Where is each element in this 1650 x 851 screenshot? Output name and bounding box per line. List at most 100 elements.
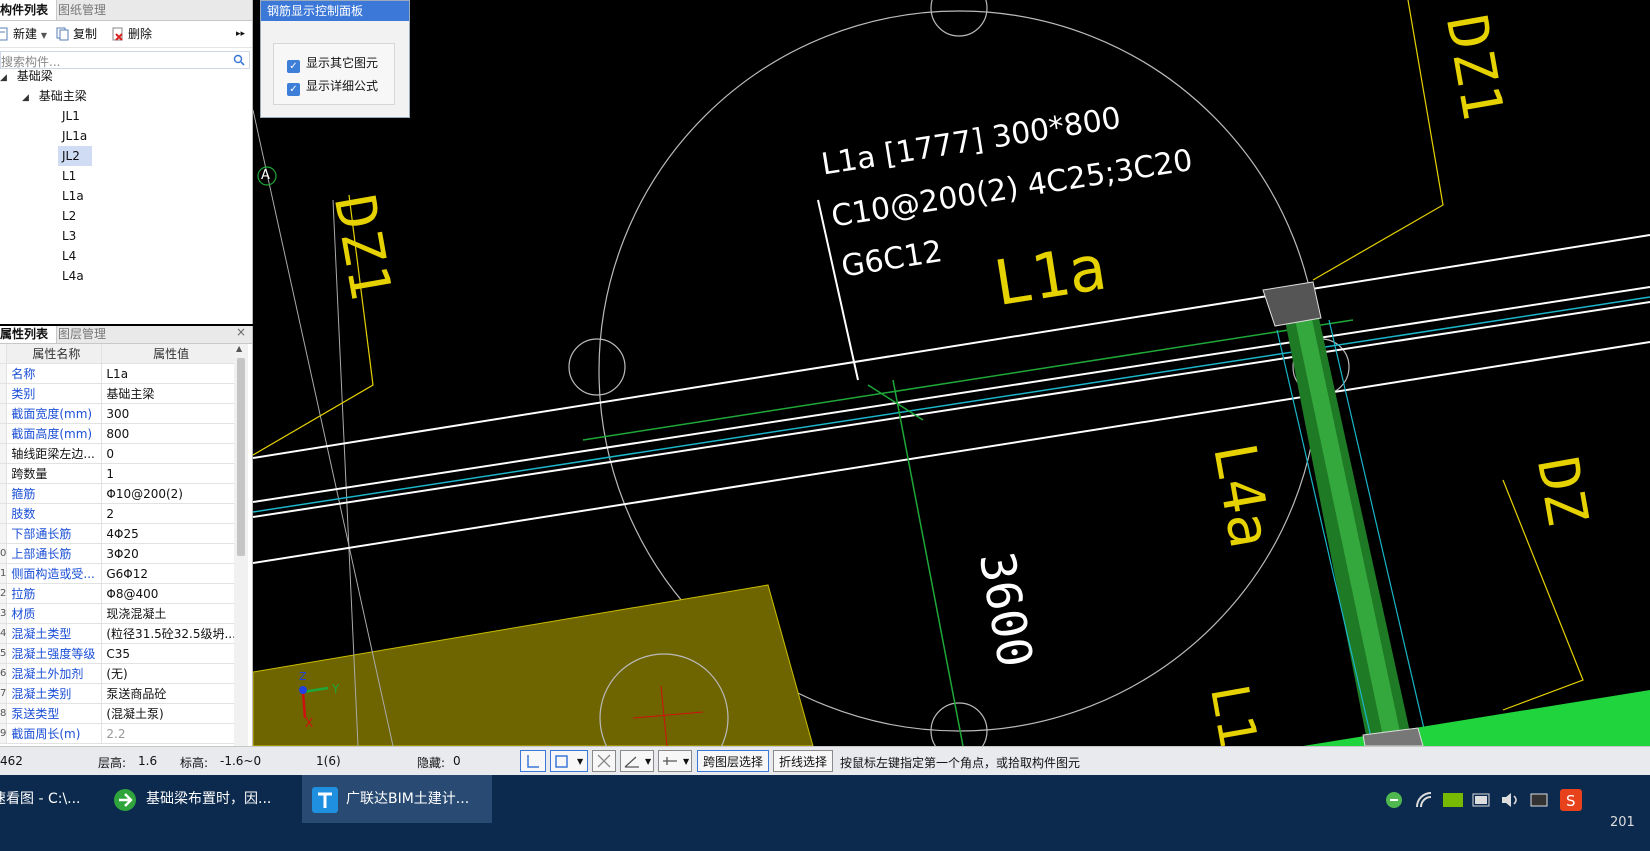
- tree-item-l1[interactable]: L1: [62, 166, 76, 186]
- taskbar-item-label: 基础梁布置时，因...: [146, 791, 272, 807]
- control-panel-title[interactable]: 钢筋显示控制面板: [261, 1, 409, 21]
- property-row[interactable]: 4 混凝土类型 (粒径31.5砼32.5级坍...: [0, 623, 237, 644]
- tree-group-node[interactable]: ◢ 基础主梁: [22, 86, 87, 106]
- close-icon[interactable]: ×: [228, 322, 254, 342]
- property-row[interactable]: 截面高度(mm) 800: [0, 423, 237, 444]
- tree-item-l1a[interactable]: L1a: [62, 186, 84, 206]
- tree-root-node[interactable]: ◢ 基础梁: [0, 66, 53, 86]
- tab-layer-management[interactable]: 图层管理: [50, 326, 114, 343]
- property-name: 上部通长筋: [6, 543, 103, 564]
- keyboard-icon[interactable]: [1530, 791, 1548, 809]
- tree-item-l4a[interactable]: L4a: [62, 266, 84, 286]
- property-row[interactable]: 1 侧面构造或受... G6Φ12: [0, 563, 237, 584]
- angle-dropdown-button[interactable]: ▼: [620, 750, 654, 772]
- property-value[interactable]: 2.2: [101, 723, 237, 744]
- tree-item-l4[interactable]: L4: [62, 246, 76, 266]
- cross-layer-select-button[interactable]: 跨图层选择: [697, 750, 769, 772]
- property-value[interactable]: L1a: [101, 363, 237, 384]
- property-row[interactable]: 3 材质 现浇混凝土: [0, 603, 237, 624]
- property-row[interactable]: 名称 L1a: [0, 363, 237, 384]
- property-row[interactable]: 跨数量 1: [0, 463, 237, 484]
- checkbox-checked-icon[interactable]: ✓: [287, 60, 300, 73]
- taskbar-item-browser[interactable]: 基础梁布置时，因...: [112, 775, 302, 823]
- property-value[interactable]: 泵送商品砼: [101, 683, 237, 704]
- checkbox-checked-icon[interactable]: ✓: [287, 83, 300, 96]
- tab-property-list[interactable]: 属性列表: [0, 326, 58, 343]
- ortho-toggle-button[interactable]: [520, 750, 546, 772]
- property-row[interactable]: 截面宽度(mm) 300: [0, 403, 237, 424]
- property-row[interactable]: 肢数 2: [0, 503, 237, 524]
- taskbar-item-glodon[interactable]: 广联达BIM土建计...: [302, 775, 492, 823]
- property-value[interactable]: 800: [101, 423, 237, 444]
- property-value[interactable]: (粒径31.5砼32.5级坍...: [101, 623, 237, 644]
- tray-green-icon[interactable]: [1385, 791, 1403, 809]
- wifi-icon[interactable]: [1415, 791, 1433, 809]
- property-value[interactable]: 2: [101, 503, 237, 524]
- property-row[interactable]: 类别 基础主梁: [0, 383, 237, 404]
- delete-button[interactable]: 删除: [111, 25, 152, 43]
- property-value[interactable]: 1: [101, 463, 237, 484]
- property-value[interactable]: Φ10@200(2): [101, 483, 237, 504]
- tree-item-jl2[interactable]: JL2: [58, 146, 92, 166]
- property-value[interactable]: (无): [101, 663, 237, 684]
- copy-button[interactable]: 复制: [56, 25, 97, 43]
- toolbar-more-button[interactable]: ▸▸: [236, 25, 245, 43]
- cad-drawing[interactable]: [253, 0, 1650, 746]
- property-row[interactable]: 轴线距梁左边... 0: [0, 443, 237, 464]
- property-row-number: [0, 523, 8, 544]
- property-row[interactable]: 9 截面周长(m) 2.2: [0, 723, 237, 744]
- property-value[interactable]: Φ8@400: [101, 583, 237, 604]
- drawing-canvas[interactable]: L1a [1777] 300*800 C10@200(2) 4C25;3C20 …: [253, 0, 1650, 746]
- tab-drawing-management[interactable]: 图纸管理: [50, 0, 114, 20]
- property-value[interactable]: 3Φ20: [101, 543, 237, 564]
- cross-tool-button[interactable]: [592, 750, 616, 772]
- property-scrollbar[interactable]: ▲ ▼: [234, 344, 248, 784]
- property-row[interactable]: 0 上部通长筋 3Φ20: [0, 543, 237, 564]
- tree-collapse-icon[interactable]: ◢: [0, 73, 7, 83]
- option-show-other-elements[interactable]: ✓ 显示其它图元: [287, 54, 378, 73]
- property-row[interactable]: 下部通长筋 4Φ25: [0, 523, 237, 544]
- property-row[interactable]: 8 泵送类型 (混凝土泵): [0, 703, 237, 724]
- axis-label-a: A: [261, 168, 270, 183]
- property-value[interactable]: 300: [101, 403, 237, 424]
- component-list-panel: 构件列表 图纸管理 新建 ▼ 复制 删除 ▸▸ 搜索构件... ◢ 基础梁 ◢ …: [0, 0, 253, 324]
- tree-item-jl1a[interactable]: JL1a: [62, 126, 87, 146]
- polyline-select-button[interactable]: 折线选择: [773, 750, 833, 772]
- taskbar-item-viewer[interactable]: 速看图 - C:\...: [0, 775, 102, 823]
- beam-cyan-line: [253, 296, 1650, 513]
- property-name: 截面高度(mm): [6, 423, 103, 444]
- property-value[interactable]: 4Φ25: [101, 523, 237, 544]
- property-name: 混凝土类别: [6, 683, 103, 704]
- dropdown-caret-icon[interactable]: ▼: [41, 31, 47, 40]
- property-value[interactable]: G6Φ12: [101, 563, 237, 584]
- tree-item-l2[interactable]: L2: [62, 206, 76, 226]
- tab-component-list[interactable]: 构件列表: [0, 0, 58, 20]
- new-button[interactable]: 新建 ▼: [0, 25, 47, 43]
- scroll-up-icon[interactable]: ▲: [236, 344, 242, 353]
- property-row[interactable]: 6 混凝土外加剂 (无): [0, 663, 237, 684]
- tree-item-jl1[interactable]: JL1: [62, 106, 80, 126]
- property-value[interactable]: 0: [101, 443, 237, 464]
- property-value[interactable]: 基础主梁: [101, 383, 237, 404]
- property-name: 箍筋: [6, 483, 103, 504]
- property-value[interactable]: 现浇混凝土: [101, 603, 237, 624]
- cross-icon: [597, 754, 611, 768]
- tree-collapse-icon[interactable]: ◢: [22, 93, 29, 103]
- property-row[interactable]: 7 混凝土类别 泵送商品砼: [0, 683, 237, 704]
- volume-icon[interactable]: [1500, 791, 1520, 809]
- tree-item-l3[interactable]: L3: [62, 226, 76, 246]
- insert-point-dropdown-button[interactable]: ▼: [658, 750, 692, 772]
- scrollbar-thumb[interactable]: [237, 358, 245, 556]
- sogou-input-icon[interactable]: S: [1560, 789, 1582, 811]
- search-icon[interactable]: [233, 54, 245, 66]
- property-value[interactable]: (混凝土泵): [101, 703, 237, 724]
- property-value[interactable]: C35: [101, 643, 237, 664]
- copy-label: 复制: [73, 27, 98, 41]
- option-show-detailed-formula[interactable]: ✓ 显示详细公式: [287, 77, 378, 96]
- property-row[interactable]: 5 混凝土强度等级 C35: [0, 643, 237, 664]
- nvidia-icon[interactable]: [1442, 791, 1464, 809]
- property-row[interactable]: 2 拉筋 Φ8@400: [0, 583, 237, 604]
- battery-icon[interactable]: [1472, 793, 1492, 807]
- property-row[interactable]: 箍筋 Φ10@200(2): [0, 483, 237, 504]
- snap-dropdown-button[interactable]: ▼: [550, 750, 588, 772]
